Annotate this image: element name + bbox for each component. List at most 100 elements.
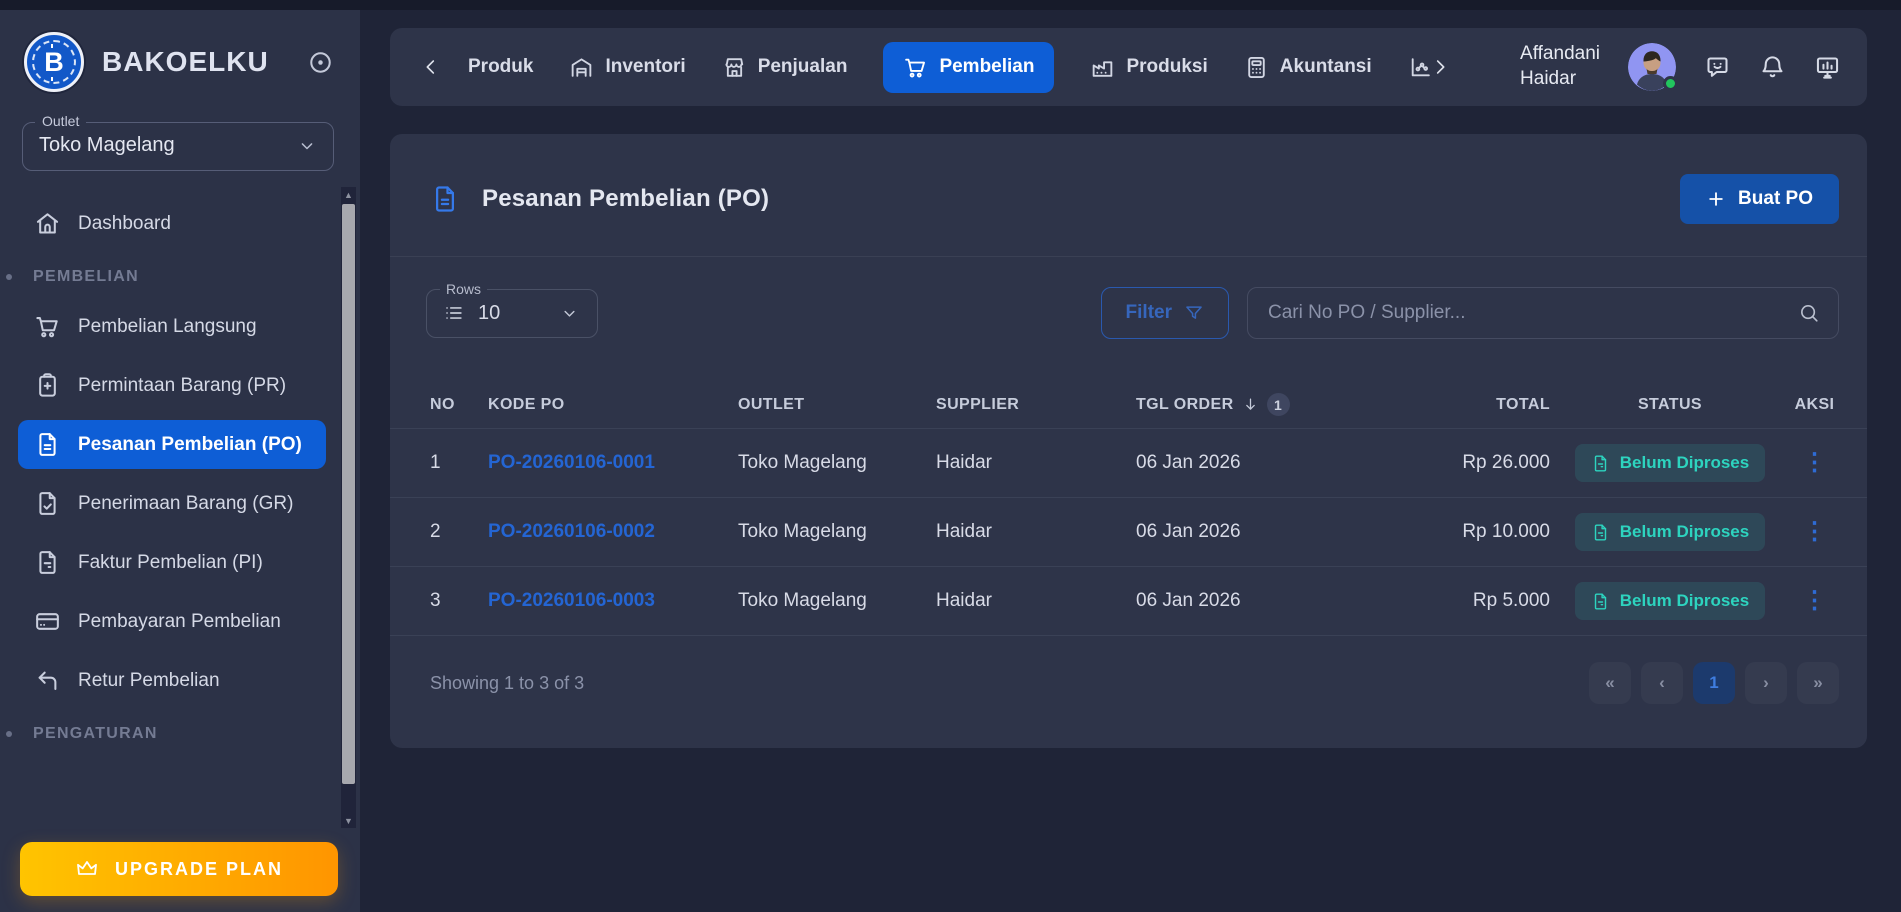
pagination: « ‹ 1 › »: [1589, 662, 1839, 704]
sidebar-item-label: Dashboard: [78, 211, 171, 236]
upgrade-plan-label: UPGRADE PLAN: [115, 859, 283, 880]
search-icon[interactable]: [1798, 302, 1820, 324]
col-header-outlet[interactable]: OUTLET: [738, 396, 936, 414]
create-po-button[interactable]: Buat PO: [1680, 174, 1839, 224]
cell-no: 2: [430, 521, 488, 543]
cell-aksi: ⋮: [1790, 585, 1839, 617]
col-header-tgl-order[interactable]: TGL ORDER 1: [1136, 393, 1398, 416]
sidebar-collapse-icon[interactable]: [307, 49, 334, 76]
scrollbar-thumb[interactable]: [342, 204, 355, 784]
upgrade-plan-button[interactable]: UPGRADE PLAN: [20, 842, 338, 896]
status-badge: Belum Diproses: [1575, 444, 1765, 482]
sidebar-scrollbar[interactable]: ▲ ▼: [341, 187, 356, 828]
row-actions-menu-icon[interactable]: ⋮: [1795, 585, 1835, 617]
cell-outlet: Toko Magelang: [738, 521, 936, 543]
tab-inventori[interactable]: Inventori: [569, 55, 685, 80]
search-input[interactable]: [1268, 302, 1798, 324]
filter-button[interactable]: Filter: [1101, 287, 1229, 339]
sidebar-item-pembayaran-pembelian[interactable]: Pembayaran Pembelian: [18, 597, 326, 646]
status-label: Belum Diproses: [1620, 591, 1749, 611]
cell-supplier: Haidar: [936, 521, 1136, 543]
home-icon: [34, 210, 61, 237]
sidebar-item-label: Pesanan Pembelian (PO): [78, 432, 302, 457]
file-text-icon: [1591, 454, 1610, 473]
tab-label: Pembelian: [939, 56, 1034, 78]
cell-total: Rp 5.000: [1398, 590, 1550, 612]
credit-card-icon: [34, 608, 61, 635]
search-box: [1247, 287, 1839, 339]
cell-kode-po-link[interactable]: PO-20260106-0001: [488, 452, 738, 474]
factory-icon: [1090, 55, 1115, 80]
sidebar-item-label: Pembelian Langsung: [78, 314, 257, 339]
sidebar-section-pembelian: PEMBELIAN: [33, 268, 360, 286]
cell-kode-po-link[interactable]: PO-20260106-0003: [488, 590, 738, 612]
sort-desc-icon: [1242, 396, 1259, 413]
file-check-icon: [34, 490, 61, 517]
cell-outlet: Toko Magelang: [738, 590, 936, 612]
sidebar-item-pembelian-langsung[interactable]: Pembelian Langsung: [18, 302, 326, 351]
scrollbar-up-arrow[interactable]: ▲: [341, 187, 356, 202]
row-actions-menu-icon[interactable]: ⋮: [1795, 516, 1835, 548]
section-label: PEMBELIAN: [33, 268, 139, 285]
cell-total: Rp 10.000: [1398, 521, 1550, 543]
pagination-prev-button[interactable]: ‹: [1641, 662, 1683, 704]
rows-per-page-select[interactable]: Rows 10: [426, 289, 598, 338]
tab-produksi[interactable]: Produksi: [1090, 55, 1207, 80]
pagination-page-1-button[interactable]: 1: [1693, 662, 1735, 704]
tab-pembelian[interactable]: Pembelian: [883, 42, 1054, 93]
sidebar-item-label: Faktur Pembelian (PI): [78, 550, 263, 575]
cell-outlet: Toko Magelang: [738, 452, 936, 474]
cart-icon: [34, 313, 61, 340]
sidebar-item-penerimaan-barang[interactable]: Penerimaan Barang (GR): [18, 479, 326, 528]
sidebar-item-dashboard[interactable]: Dashboard: [18, 199, 326, 248]
cell-supplier: Haidar: [936, 452, 1136, 474]
row-actions-menu-icon[interactable]: ⋮: [1795, 447, 1835, 479]
sidebar-section-pengaturan: PENGATURAN: [33, 725, 360, 743]
cell-tgl-order: 06 Jan 2026: [1136, 521, 1398, 543]
po-card: Pesanan Pembelian (PO) Buat PO Rows 10: [390, 134, 1867, 748]
table-row: 3 PO-20260106-0003 Toko Magelang Haidar …: [390, 567, 1867, 636]
bell-icon[interactable]: [1759, 54, 1786, 81]
status-label: Belum Diproses: [1620, 522, 1749, 542]
sidebar-item-pesanan-pembelian[interactable]: Pesanan Pembelian (PO): [18, 420, 326, 469]
cell-no: 3: [430, 590, 488, 612]
online-status-dot: [1663, 76, 1678, 91]
create-po-label: Buat PO: [1738, 188, 1813, 210]
cell-tgl-order: 06 Jan 2026: [1136, 590, 1398, 612]
cell-no: 1: [430, 452, 488, 474]
col-header-kode-po[interactable]: KODE PO: [488, 396, 738, 414]
sidebar-item-faktur-pembelian[interactable]: Faktur Pembelian (PI): [18, 538, 326, 587]
sidebar-item-retur-pembelian[interactable]: Retur Pembelian: [18, 656, 326, 705]
monitor-chart-icon[interactable]: [1814, 54, 1841, 81]
col-header-no[interactable]: NO: [430, 396, 488, 414]
nav-scroll-left-icon[interactable]: [420, 56, 442, 78]
tab-produk[interactable]: Produk: [468, 56, 533, 78]
file-text-icon: [1591, 523, 1610, 542]
scrollbar-down-arrow[interactable]: ▼: [341, 813, 356, 828]
tab-penjualan[interactable]: Penjualan: [722, 55, 848, 80]
warehouse-icon: [569, 55, 594, 80]
cell-status: Belum Diproses: [1550, 513, 1790, 551]
sidebar-item-label: Permintaan Barang (PR): [78, 373, 286, 398]
chat-icon[interactable]: [1704, 54, 1731, 81]
tab-akuntansi[interactable]: Akuntansi: [1244, 55, 1372, 80]
outlet-selector[interactable]: Outlet Toko Magelang: [22, 122, 334, 171]
cell-kode-po-link[interactable]: PO-20260106-0002: [488, 521, 738, 543]
status-badge: Belum Diproses: [1575, 582, 1765, 620]
showing-entries-text: Showing 1 to 3 of 3: [430, 673, 584, 694]
table-header-row: NO KODE PO OUTLET SUPPLIER TGL ORDER 1 T…: [390, 381, 1867, 429]
cell-aksi: ⋮: [1790, 447, 1839, 479]
app-title: BAKOELKU: [102, 46, 269, 78]
avatar[interactable]: [1628, 43, 1676, 91]
col-header-supplier[interactable]: SUPPLIER: [936, 396, 1136, 414]
nav-scroll-right-icon[interactable]: [1429, 56, 1451, 78]
upgrade-plan-area: UPGRADE PLAN: [0, 828, 360, 912]
col-header-total[interactable]: TOTAL: [1398, 396, 1550, 414]
title-left: Pesanan Pembelian (PO): [430, 184, 769, 214]
pagination-last-button[interactable]: »: [1797, 662, 1839, 704]
store-icon: [722, 55, 747, 80]
sidebar-item-permintaan-barang[interactable]: Permintaan Barang (PR): [18, 361, 326, 410]
col-header-status[interactable]: STATUS: [1550, 396, 1790, 414]
pagination-next-button[interactable]: ›: [1745, 662, 1787, 704]
pagination-first-button[interactable]: «: [1589, 662, 1631, 704]
